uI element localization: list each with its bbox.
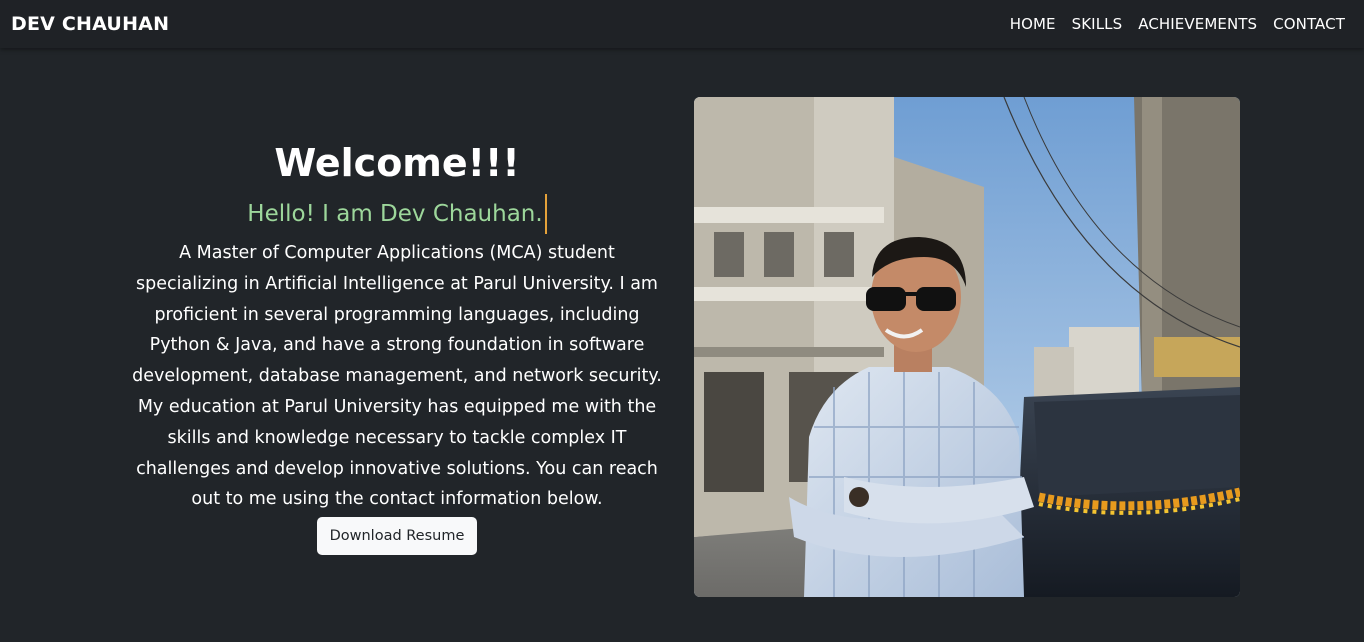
nav-home-link[interactable]: HOME: [1010, 15, 1056, 33]
welcome-heading: Welcome!!!: [274, 141, 520, 185]
brand-logo[interactable]: DEV CHAUHAN: [11, 13, 169, 35]
profile-photo: [694, 97, 1240, 597]
nav-links: HOME SKILLS ACHIEVEMENTS CONTACT: [1010, 15, 1345, 33]
hero-section: Welcome!!! Hello! I am Dev Chauhan. A Ma…: [124, 140, 670, 556]
navbar: DEV CHAUHAN HOME SKILLS ACHIEVEMENTS CON…: [0, 0, 1364, 48]
typed-intro: Hello! I am Dev Chauhan.: [247, 194, 547, 234]
nav-achievements-link[interactable]: ACHIEVEMENTS: [1138, 15, 1257, 33]
button-wrap: Download Resume: [124, 517, 670, 556]
download-resume-button[interactable]: Download Resume: [316, 517, 478, 556]
bio-paragraph: A Master of Computer Applications (MCA) …: [132, 243, 662, 510]
typing-cursor: [544, 194, 547, 234]
nav-skills-link[interactable]: SKILLS: [1072, 15, 1123, 33]
typed-text: Hello! I am Dev Chauhan.: [247, 201, 543, 227]
nav-contact-link[interactable]: CONTACT: [1273, 15, 1345, 33]
